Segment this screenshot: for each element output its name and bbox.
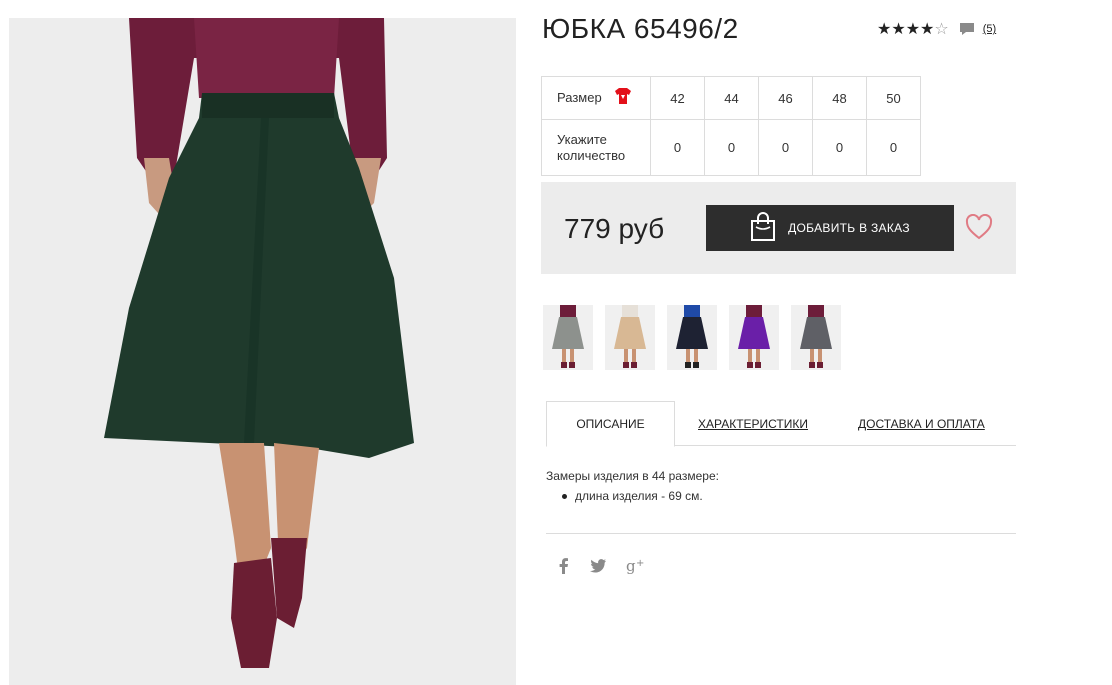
- add-to-order-button[interactable]: ДОБАВИТЬ В ЗАКАЗ: [706, 205, 954, 251]
- description-panel: Замеры изделия в 44 размере: длина издел…: [546, 469, 719, 503]
- tab-description[interactable]: ОПИСАНИЕ: [546, 401, 675, 447]
- google-plus-icon[interactable]: g +: [626, 557, 646, 577]
- price: 779 руб: [564, 213, 665, 244]
- heart-icon[interactable]: [965, 213, 993, 240]
- size-label-cell: Размер: [541, 76, 651, 120]
- size-option[interactable]: 46: [758, 76, 813, 120]
- add-to-order-label: ДОБАВИТЬ В ЗАКАЗ: [788, 221, 910, 235]
- product-title: ЮБКА 65496/2: [542, 13, 739, 44]
- stars-filled: ★★★★: [877, 21, 935, 38]
- review-count-link[interactable]: (5): [983, 23, 996, 35]
- thumbnail-purple[interactable]: [729, 305, 779, 370]
- comment-icon[interactable]: [959, 21, 975, 37]
- description-item: длина изделия - 69 см.: [562, 489, 719, 503]
- product-rating[interactable]: ★★★★☆ (5): [877, 19, 996, 39]
- rating-stars[interactable]: ★★★★☆: [877, 19, 949, 39]
- buy-box: 779 руб ДОБАВИТЬ В ЗАКАЗ: [541, 182, 1016, 274]
- size-label: Размер: [557, 90, 602, 105]
- tab-delivery[interactable]: ДОСТАВКА И ОПЛАТА: [858, 401, 985, 446]
- shopping-bag-icon: [750, 211, 776, 245]
- divider: [546, 533, 1016, 534]
- tab-characteristics[interactable]: ХАРАКТЕРИСТИКИ: [698, 401, 808, 446]
- size-table: Размер 42 44 46 48 50 Укажите количество…: [541, 76, 921, 176]
- stars-empty: ☆: [934, 21, 949, 38]
- size-row: Размер 42 44 46 48 50: [541, 76, 921, 120]
- thumbnail-navy[interactable]: [667, 305, 717, 370]
- color-thumbnails: [543, 305, 853, 370]
- social-share: g +: [558, 557, 666, 577]
- facebook-icon[interactable]: [558, 558, 570, 577]
- quantity-input[interactable]: 0: [812, 119, 867, 176]
- quantity-input[interactable]: 0: [650, 119, 705, 176]
- thumbnail-grey[interactable]: [543, 305, 593, 370]
- thumbnail-beige[interactable]: [605, 305, 655, 370]
- size-option[interactable]: 42: [650, 76, 705, 120]
- description-intro: Замеры изделия в 44 размере:: [546, 469, 719, 483]
- product-main-image[interactable]: [9, 18, 516, 685]
- size-option[interactable]: 44: [704, 76, 759, 120]
- quantity-input[interactable]: 0: [866, 119, 921, 176]
- product-tabs: ОПИСАНИЕ ХАРАКТЕРИСТИКИ ДОСТАВКА И ОПЛАТ…: [546, 401, 1016, 447]
- twitter-icon[interactable]: [590, 559, 606, 576]
- description-list: длина изделия - 69 см.: [546, 489, 719, 503]
- quantity-input[interactable]: 0: [758, 119, 813, 176]
- quantity-input[interactable]: 0: [704, 119, 759, 176]
- quantity-label: Укажите количество: [541, 119, 651, 176]
- svg-text:+: +: [636, 558, 644, 569]
- size-option[interactable]: 48: [812, 76, 867, 120]
- size-option[interactable]: 50: [866, 76, 921, 120]
- quantity-row: Укажите количество 0 0 0 0 0: [541, 119, 921, 176]
- thumbnail-dark-grey[interactable]: [791, 305, 841, 370]
- size-chart-icon[interactable]: [613, 87, 633, 109]
- svg-text:g: g: [626, 558, 636, 574]
